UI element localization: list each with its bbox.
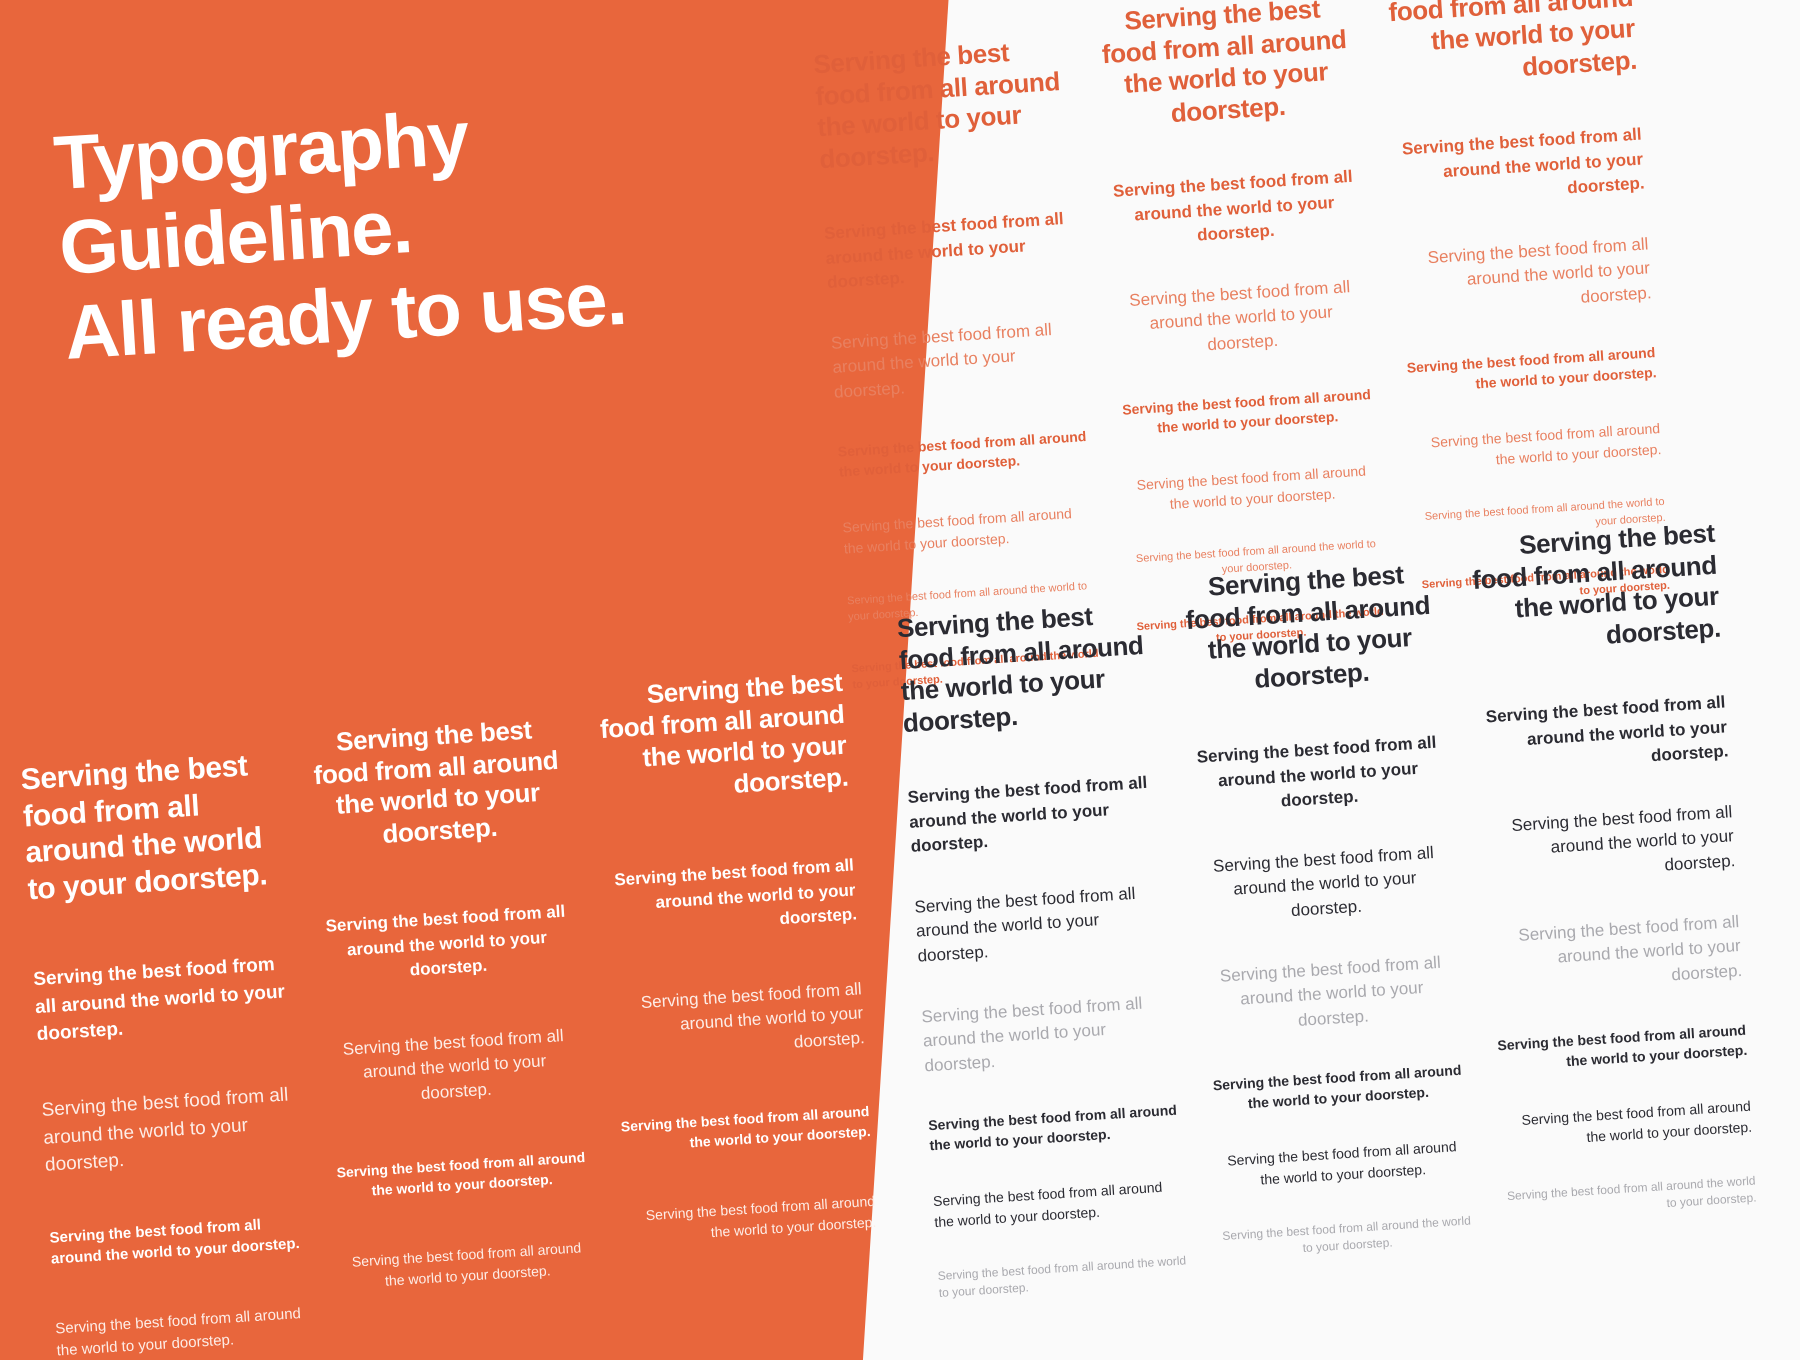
type-specimen-line: Serving the best food from all around th… (1184, 559, 1431, 695)
type-specimen-line: Serving the best food from all around th… (342, 1025, 565, 1104)
type-specimen-line: Serving the best food from all around th… (842, 505, 1073, 557)
type-specimen-line: Serving the best food from all around th… (907, 772, 1148, 857)
typography-column: Serving the best food from all around th… (308, 713, 596, 1343)
type-specimen-line: Serving the best food from all around th… (837, 427, 1087, 480)
type-specimen-line: Serving the best food from all around th… (812, 37, 1061, 175)
type-specimen-line: Serving the best food from all around th… (645, 1193, 877, 1240)
type-specimen-line: Serving the best food from all around th… (325, 901, 566, 980)
type-specimen-line: Serving the best food from all around th… (1128, 276, 1351, 355)
type-specimen-line: Serving the best food from all around th… (54, 1305, 302, 1360)
type-specimen-line: Serving the best food from all around th… (613, 855, 858, 929)
type-specimen-line: Serving the best food from all around th… (1406, 343, 1657, 392)
type-specimen-line: Serving the best food from all around th… (40, 1084, 289, 1176)
typography-column: Serving the best food from all around th… (592, 667, 880, 1297)
rotated-content-plane: Typography Guideline. All ready to use. … (0, 0, 1800, 1360)
type-specimen-line: Serving the best food from all around th… (823, 208, 1065, 293)
poster-canvas: Typography Guideline. All ready to use. … (0, 0, 1800, 1360)
type-specimen-line: Serving the best food from all around th… (1219, 952, 1442, 1030)
type-specimen-line: Serving the best food from all around th… (1496, 1021, 1748, 1070)
type-specimen-line: Serving the best food from all around th… (1212, 1061, 1462, 1112)
type-specimen-line: Serving the best food from all around th… (1387, 0, 1638, 83)
type-specimen-line: Serving the best food from all around th… (1112, 166, 1354, 245)
typography-column: Serving the best food from all around th… (896, 598, 1191, 1339)
type-specimen-line: Serving the best food from all around th… (927, 1101, 1178, 1154)
type-specimen-line: Serving the best food from all around th… (1471, 517, 1722, 650)
type-specimen-line: Serving the best food from all around th… (937, 1253, 1187, 1301)
type-specimen-line: Serving the best food from all around th… (1510, 802, 1736, 875)
type-specimen-line: Serving the best food from all around th… (1517, 911, 1743, 985)
type-specimen-line: Serving the best food from all around th… (932, 1178, 1163, 1230)
type-specimen-line: Serving the best food from all around th… (1121, 385, 1372, 436)
type-specimen-line: Serving the best food from all around th… (620, 1102, 872, 1151)
type-specimen-line: Serving the best food from all around th… (599, 666, 850, 799)
page-title: Typography Guideline. All ready to use. (51, 95, 629, 377)
type-specimen-line: Serving the best food from all around th… (19, 749, 269, 907)
typography-column: Serving the best food from all around th… (1464, 518, 1759, 1259)
type-specimen-line: Serving the best food from all around th… (830, 319, 1053, 402)
type-specimen-line: Serving the best food from all around th… (32, 954, 286, 1046)
type-specimen-line: Serving the best food from all around th… (1430, 420, 1662, 467)
type-specimen-line: Serving the best food from all around th… (1101, 0, 1348, 129)
typography-column: Serving the best food from all around th… (20, 746, 322, 1360)
type-specimen-line: Serving the best food from all around th… (49, 1216, 301, 1269)
type-specimen-line: Serving the best food from all around th… (1196, 732, 1437, 811)
type-specimen-line: Serving the best food from all around th… (1521, 1097, 1753, 1145)
type-specimen-line: Serving the best food from all around th… (913, 883, 1136, 966)
type-specimen-line: Serving the best food from all around th… (1506, 1173, 1757, 1211)
type-specimen-line: Serving the best food from all around th… (1485, 692, 1729, 766)
type-specimen-line: Serving the best food from all around th… (1226, 1138, 1457, 1188)
type-specimen-line: Serving the best food from all around th… (1427, 234, 1653, 307)
type-specimen-line: Serving the best food from all around th… (1212, 842, 1435, 921)
type-specimen-line: Serving the best food from all around th… (1401, 124, 1646, 198)
type-specimen-line: Serving the best food from all around th… (896, 601, 1145, 739)
type-specimen-line: Serving the best food from all around th… (312, 714, 559, 850)
type-specimen-line: Serving the best food from all around th… (640, 979, 866, 1052)
type-specimen-line: Serving the best food from all around th… (920, 993, 1143, 1076)
typography-column: Serving the best food from all around th… (1180, 558, 1475, 1299)
type-specimen-line: Serving the best food from all around th… (1221, 1213, 1472, 1256)
type-specimen-line: Serving the best food from all around th… (351, 1239, 582, 1289)
type-specimen-line: Serving the best food from all around th… (1136, 462, 1367, 512)
type-specimen-line: Serving the best food from all around th… (336, 1148, 586, 1199)
